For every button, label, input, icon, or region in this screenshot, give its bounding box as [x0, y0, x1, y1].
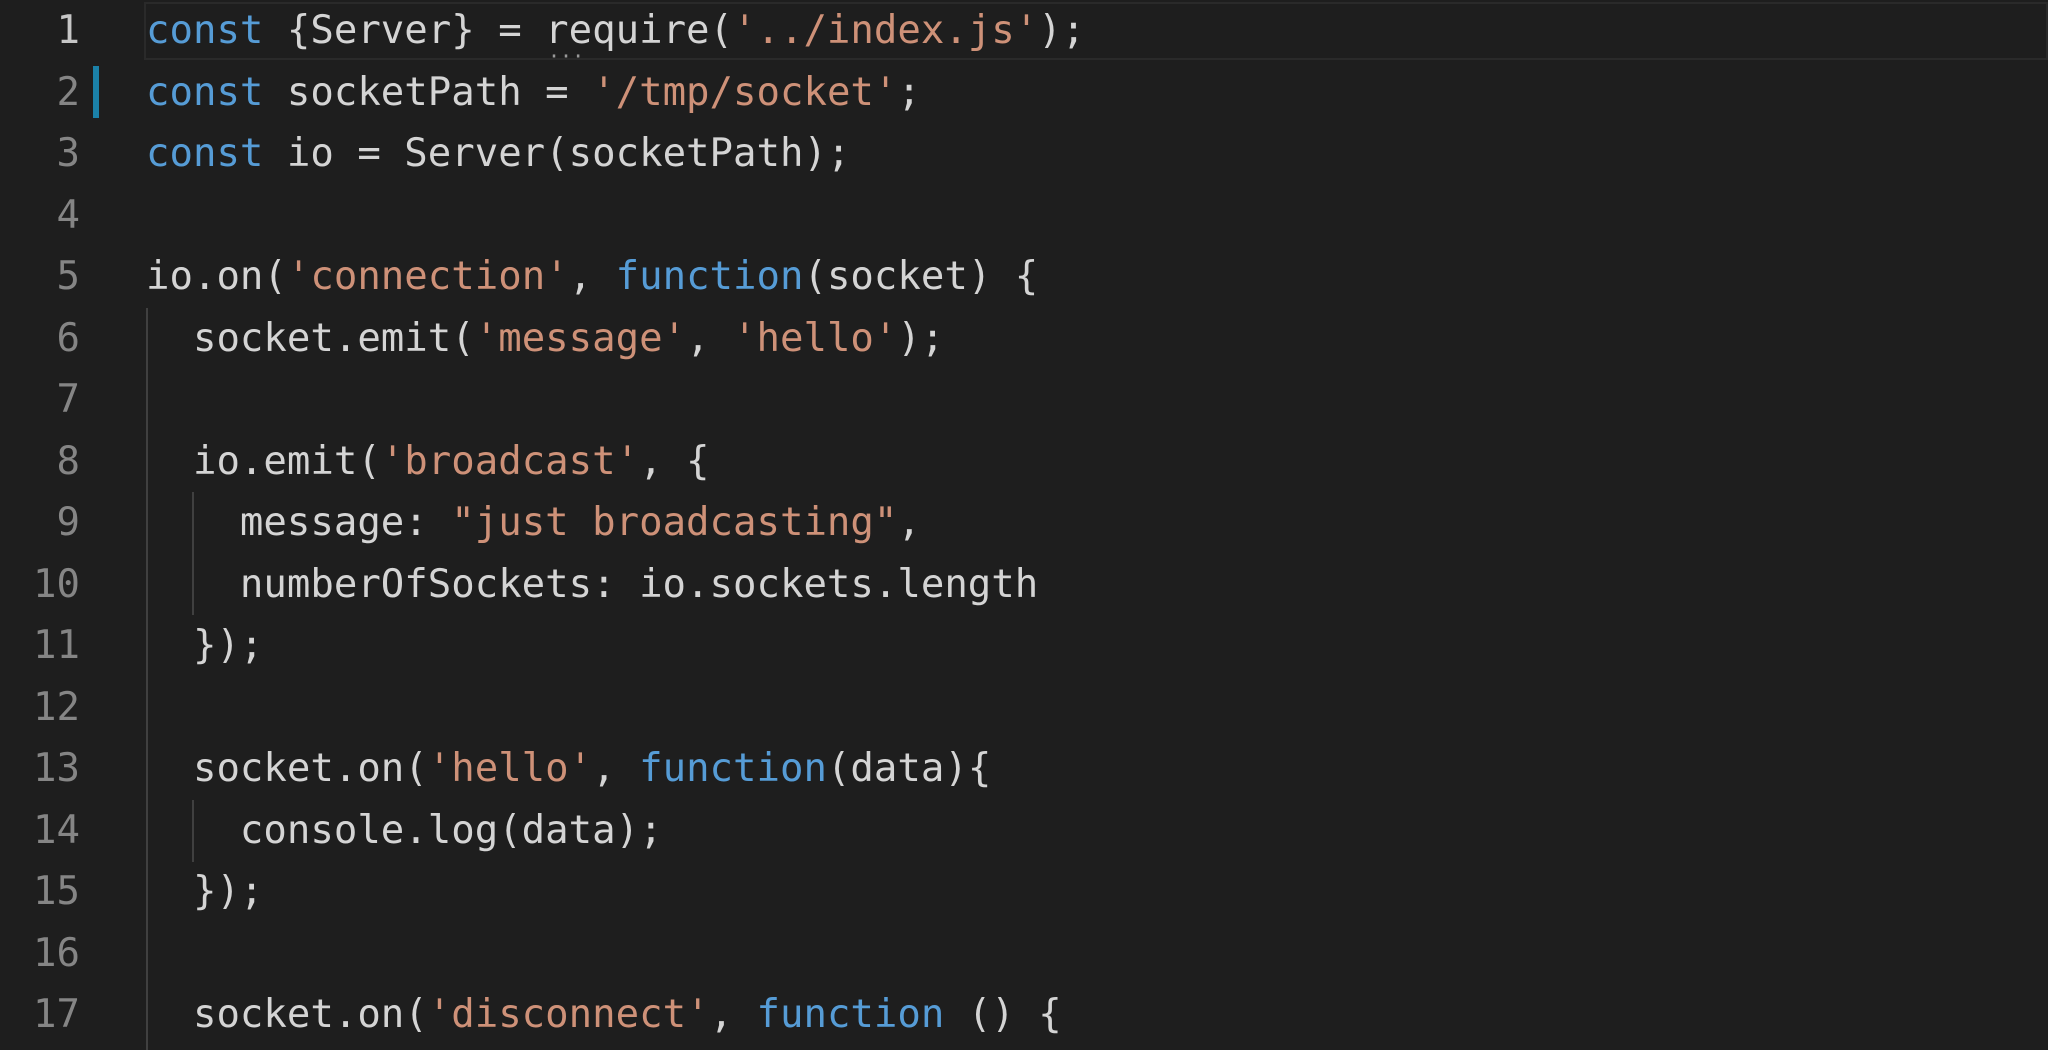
keyword-token: function	[756, 992, 945, 1037]
code-token: io.emit(	[146, 438, 381, 484]
code-token: socketPath =	[263, 69, 593, 115]
code-line[interactable]: 11 });	[0, 615, 2048, 677]
line-number: 3	[56, 131, 80, 176]
modified-line-marker[interactable]	[93, 65, 99, 118]
code-text[interactable]: io.emit('broadcast', {	[146, 431, 710, 493]
code-token: console.log(data);	[146, 807, 663, 853]
line-number: 15	[33, 869, 80, 914]
code-text[interactable]: });	[146, 861, 263, 923]
code-text[interactable]: socket.on('hello', function(data){	[146, 738, 991, 800]
code-token: socket.emit(	[146, 315, 475, 361]
code-token: ,	[686, 315, 734, 361]
code-text[interactable]: message: "just broadcasting",	[146, 492, 921, 554]
string-token: 'message'	[474, 315, 687, 361]
line-number: 11	[33, 623, 80, 668]
code-token: );	[1038, 8, 1086, 53]
code-line[interactable]: 1 const {Server} = require('../index.js')…	[0, 0, 2048, 62]
code-text[interactable]: console.log(data);	[146, 800, 663, 862]
code-line[interactable]: 13 socket.on('hello', function(data){	[0, 738, 2048, 800]
code-token: });	[146, 623, 264, 668]
code-text[interactable]: socket.on('disconnect', function () {	[146, 984, 1062, 1046]
line-number: 4	[56, 192, 80, 238]
code-line[interactable]: 6 socket.emit('message', 'hello');	[0, 308, 2048, 370]
string-token: 'broadcast'	[380, 438, 640, 484]
keyword-token: const	[146, 8, 264, 53]
code-line[interactable]: 3 const io = Server(socketPath);	[0, 123, 2048, 185]
code-token: socket.on(	[146, 992, 428, 1037]
line-number: 14	[33, 807, 80, 853]
code-token: });	[146, 869, 264, 914]
keyword-token: function	[615, 254, 804, 299]
code-text[interactable]: socket.emit('message', 'hello');	[146, 308, 944, 370]
code-text[interactable]: numberOfSockets: io.sockets.length	[146, 554, 1038, 616]
code-token: io = Server(socketPath);	[263, 131, 851, 176]
code-token: (socket) {	[803, 254, 1039, 299]
code-line[interactable]: 15 });	[0, 861, 2048, 923]
code-line[interactable]: 4	[0, 185, 2048, 247]
line-number: 13	[33, 746, 80, 791]
string-token: "just broadcasting"	[451, 500, 898, 545]
hint-dots-icon: ···	[548, 44, 585, 68]
indent-guide	[192, 800, 194, 862]
code-token: numberOfSockets: io.sockets.length	[146, 561, 1039, 607]
code-token: , {	[639, 438, 710, 484]
code-token: io.on(	[146, 254, 287, 299]
code-line[interactable]: 2 const socketPath = '/tmp/socket';	[0, 62, 2048, 124]
indent-guide	[192, 492, 194, 615]
code-line[interactable]: 17 socket.on('disconnect', function () {	[0, 984, 2048, 1046]
code-line[interactable]: 10 numberOfSockets: io.sockets.length	[0, 554, 2048, 616]
code-text[interactable]: const socketPath = '/tmp/socket';	[146, 62, 921, 124]
string-token: 'hello'	[427, 746, 593, 791]
code-token: ,	[592, 746, 640, 791]
code-line[interactable]: 16	[0, 923, 2048, 985]
line-number: 1	[56, 8, 80, 53]
code-token: );	[897, 315, 945, 361]
line-number: 16	[33, 930, 80, 976]
code-token: ,	[709, 992, 757, 1037]
line-number: 5	[56, 254, 80, 299]
string-token: '/tmp/socket'	[592, 69, 898, 115]
string-token: '../index.js'	[733, 8, 1039, 53]
code-editor[interactable]: 1 const {Server} = require('../index.js')…	[0, 0, 2048, 1050]
code-text[interactable]: const {Server} = require('../index.js');	[146, 0, 1085, 62]
code-token: (data){	[826, 746, 992, 791]
code-text[interactable]: const io = Server(socketPath);	[146, 123, 850, 185]
code-text[interactable]: });	[146, 615, 263, 677]
indent-guide	[146, 308, 148, 1050]
code-line[interactable]: 8 io.emit('broadcast', {	[0, 431, 2048, 493]
string-token: 'hello'	[733, 315, 898, 361]
string-token: 'connection'	[286, 254, 569, 299]
code-line[interactable]: 9 message: "just broadcasting",	[0, 492, 2048, 554]
code-line[interactable]: 5 io.on('connection', function(socket) {	[0, 246, 2048, 308]
code-token: ;	[897, 69, 921, 115]
line-number: 10	[33, 561, 80, 607]
code-line[interactable]: 12	[0, 677, 2048, 739]
code-token: {Server} =	[263, 8, 546, 53]
code-token: socket.on(	[146, 746, 428, 791]
code-token: () {	[944, 992, 1062, 1037]
code-text[interactable]: io.on('connection', function(socket) {	[146, 246, 1038, 308]
code-line[interactable]: 7	[0, 369, 2048, 431]
code-token: ,	[897, 500, 921, 545]
code-line[interactable]: 14 console.log(data);	[0, 800, 2048, 862]
keyword-token: const	[146, 131, 264, 176]
keyword-token: function	[639, 746, 827, 791]
code-token: ,	[568, 254, 616, 299]
line-number: 17	[33, 992, 80, 1037]
line-number: 12	[33, 684, 80, 730]
line-number: 2	[56, 69, 80, 115]
line-number: 9	[56, 500, 80, 545]
keyword-token: const	[146, 69, 264, 115]
line-number: 6	[56, 315, 80, 361]
line-number: 7	[56, 377, 80, 422]
line-number: 8	[56, 438, 80, 484]
string-token: 'disconnect'	[427, 992, 710, 1037]
